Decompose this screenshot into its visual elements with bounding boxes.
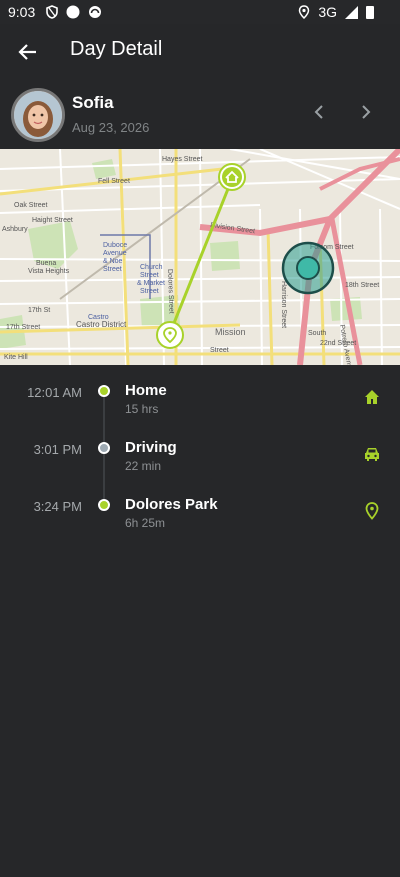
- map-label: 17th Street: [6, 324, 40, 331]
- avatar-face: [14, 91, 62, 139]
- map-label: South: [308, 330, 326, 337]
- entry-dot: [98, 499, 110, 511]
- profile-name: Sofia: [72, 93, 114, 112]
- map-label: Castro District: [76, 320, 127, 329]
- chevron-left-icon: [314, 105, 323, 119]
- entry-dot: [98, 385, 110, 397]
- status-bar: 9:03 3G: [0, 0, 400, 24]
- network-label: 3G: [318, 4, 337, 20]
- map-label: Street: [140, 288, 159, 295]
- map-label: Ashbury: [2, 226, 28, 233]
- entry-time: 3:01 PM: [33, 442, 82, 457]
- profile-row: Sofia Aug 23, 2026: [0, 80, 400, 148]
- previous-day-button[interactable]: [307, 100, 331, 124]
- home-icon: [365, 390, 379, 404]
- status-time: 9:03: [8, 4, 36, 20]
- avatar[interactable]: [11, 88, 65, 142]
- map-label: Kite Hill: [4, 354, 28, 361]
- entry-time: 3:24 PM: [33, 499, 82, 514]
- battery-icon: [366, 5, 374, 19]
- profile-date: Aug 23, 2026: [72, 120, 150, 135]
- next-day-button[interactable]: [354, 100, 378, 124]
- chevron-right-icon: [362, 105, 371, 119]
- map-label: Street: [140, 272, 159, 279]
- map-label: 17th St: [28, 307, 50, 314]
- entry-duration: 15 hrs: [125, 402, 159, 416]
- timeline-list: 12:01 AM Home 15 hrs 3:01 PM Driving 22 …: [0, 365, 400, 877]
- entry-label: Home: [125, 382, 167, 399]
- entry-dot: [98, 442, 110, 454]
- entry-label: Dolores Park: [125, 496, 218, 513]
- arrow-back-icon: [18, 44, 36, 60]
- map-label: Oak Street: [14, 202, 48, 209]
- timeline-entry-driving[interactable]: 3:01 PM Driving 22 min: [0, 422, 400, 473]
- map-label: Buena: [36, 260, 56, 267]
- status-left-icons: [46, 5, 102, 19]
- circle-icon: [66, 5, 80, 19]
- map-label: & Noe: [103, 258, 123, 265]
- map-label: Duboce: [103, 242, 127, 249]
- map-label: Harrison Street: [280, 281, 287, 328]
- map-label: Vista Heights: [28, 268, 70, 275]
- map-label: Haight Street: [32, 217, 73, 224]
- map-label: Hayes Street: [162, 156, 203, 163]
- signal-icon: [345, 5, 358, 19]
- map-label: 22nd Street: [320, 340, 356, 347]
- sync-icon: [89, 6, 101, 18]
- map-label: 18th Street: [345, 282, 379, 289]
- location-pin-icon: [365, 502, 379, 520]
- map-canvas: Hayes Street Oak Street Fell Street Haig…: [0, 149, 400, 365]
- entry-time: 12:01 AM: [27, 385, 82, 400]
- location-icon: [299, 5, 310, 19]
- home-marker[interactable]: [218, 163, 246, 191]
- map-label: Street: [103, 266, 122, 273]
- map-label: Avenue: [103, 250, 127, 257]
- location-marker[interactable]: [156, 321, 184, 349]
- timeline-entry-dolores-park[interactable]: 3:24 PM Dolores Park 6h 25m: [0, 479, 400, 530]
- shield-icon: [46, 5, 58, 19]
- status-right-icons: 3G: [298, 4, 374, 20]
- map-view[interactable]: Hayes Street Oak Street Fell Street Haig…: [0, 149, 400, 365]
- timeline-entry-home[interactable]: 12:01 AM Home 15 hrs: [0, 365, 400, 416]
- page-title: Day Detail: [70, 38, 163, 60]
- map-label: Fell Street: [98, 178, 130, 185]
- map-label: Street: [210, 347, 229, 354]
- back-button[interactable]: [14, 38, 42, 66]
- map-label: Church: [140, 264, 163, 271]
- map-label: & Market: [137, 280, 165, 287]
- entry-duration: 6h 25m: [125, 516, 166, 530]
- car-icon: [365, 448, 379, 461]
- entry-duration: 22 min: [125, 459, 162, 473]
- entry-label: Driving: [125, 439, 177, 456]
- app-bar: Day Detail: [0, 24, 400, 80]
- map-label: Mission: [215, 327, 246, 337]
